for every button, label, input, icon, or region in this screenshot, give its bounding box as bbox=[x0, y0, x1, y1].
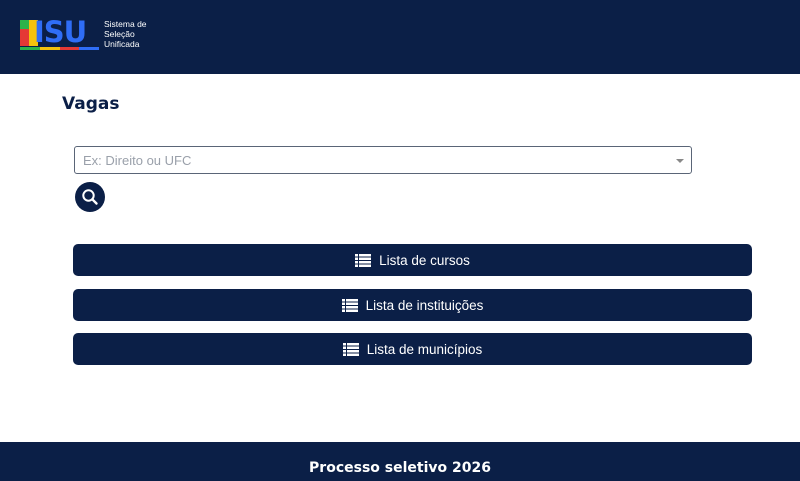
logo-letters: ISU bbox=[34, 15, 87, 49]
search-input[interactable] bbox=[75, 147, 655, 173]
logo-underline bbox=[20, 47, 99, 50]
search-button[interactable] bbox=[75, 182, 105, 212]
list-icon bbox=[342, 342, 359, 356]
list-municipalities-label: Lista de municípios bbox=[366, 341, 483, 357]
dropdown-caret-icon[interactable] bbox=[676, 159, 684, 163]
list-courses-label: Lista de cursos bbox=[379, 252, 470, 268]
list-municipalities-button[interactable]: Lista de municípios bbox=[73, 333, 752, 365]
footer-text: Processo seletivo 2026 bbox=[309, 460, 491, 476]
sisu-logo[interactable]: ISU Sistema de Seleção Unificada bbox=[20, 15, 164, 52]
search-select[interactable] bbox=[74, 146, 692, 174]
header-bar: ISU Sistema de Seleção Unificada bbox=[0, 0, 800, 74]
footer-bar: Processo seletivo 2026 bbox=[0, 442, 800, 481]
list-icon bbox=[341, 298, 358, 312]
search-icon bbox=[82, 189, 98, 205]
page-title: Vagas bbox=[62, 94, 120, 114]
logo-mark: ISU bbox=[20, 15, 100, 50]
logo-text: Sistema de Seleção Unificada bbox=[104, 19, 147, 49]
list-institutions-label: Lista de instituições bbox=[365, 297, 484, 313]
list-institutions-button[interactable]: Lista de instituições bbox=[73, 289, 752, 321]
list-icon bbox=[355, 253, 372, 267]
list-courses-button[interactable]: Lista de cursos bbox=[73, 244, 752, 276]
